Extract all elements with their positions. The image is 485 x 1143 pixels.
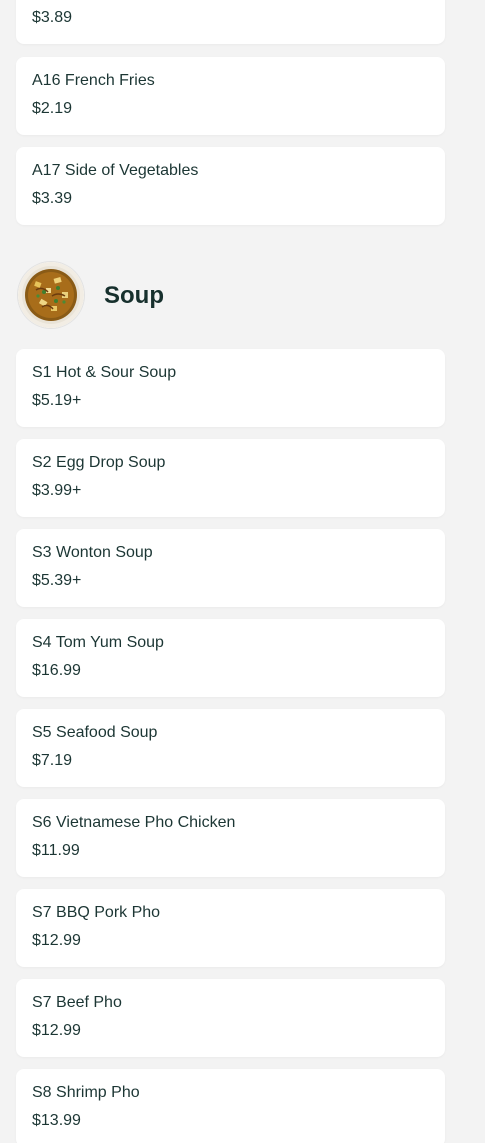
menu-item-price: $5.39+ [32,572,82,589]
menu-item-name: S7 Beef Pho [32,994,122,1011]
menu-item-card[interactable]: S3 Wonton Soup $5.39+ [16,529,445,607]
menu-item-name: S2 Egg Drop Soup [32,454,166,471]
menu-item-card[interactable]: A17 Side of Vegetables $3.39 [16,147,445,225]
section-title: Soup [104,282,164,309]
menu-item-card[interactable]: S6 Vietnamese Pho Chicken $11.99 [16,799,445,877]
menu-item-price: $12.99 [32,1022,81,1039]
menu-item-card[interactable]: S7 BBQ Pork Pho $12.99 [16,889,445,967]
menu-item-price: $12.99 [32,932,81,949]
menu-item-name: S5 Seafood Soup [32,724,158,741]
menu-item-price: $13.99 [32,1112,81,1129]
menu-item-price: $7.19 [32,752,73,769]
menu-page: $3.89 A16 French Fries $2.19 A17 Side of… [0,0,485,1143]
menu-item-card[interactable]: S7 Beef Pho $12.99 [16,979,445,1057]
menu-item-price: $3.99+ [32,482,82,499]
menu-item-name: S8 Shrimp Pho [32,1084,140,1101]
menu-item-name: A16 French Fries [32,72,155,89]
menu-item-card[interactable]: A16 French Fries $2.19 [16,57,445,135]
menu-item-card[interactable]: $3.89 [16,0,445,44]
menu-item-name: S1 Hot & Sour Soup [32,364,177,381]
menu-item-price: $3.89 [32,9,73,26]
menu-item-price: $11.99 [32,842,80,859]
menu-item-price: $2.19 [32,100,73,117]
menu-item-card[interactable]: S1 Hot & Sour Soup $5.19+ [16,349,445,427]
menu-item-price: $5.19+ [32,392,82,409]
menu-item-name: A17 Side of Vegetables [32,162,199,179]
soup-bowl-image [18,262,84,328]
menu-item-price: $16.99 [32,662,81,679]
menu-item-price: $3.39 [32,190,73,207]
section-header-soup: Soup [16,260,445,334]
menu-item-name: S6 Vietnamese Pho Chicken [32,814,236,831]
menu-item-name: S3 Wonton Soup [32,544,153,561]
menu-item-card[interactable]: S5 Seafood Soup $7.19 [16,709,445,787]
menu-item-card[interactable]: S8 Shrimp Pho $13.99 [16,1069,445,1143]
menu-item-name: S7 BBQ Pork Pho [32,904,161,921]
menu-item-name: S4 Tom Yum Soup [32,634,164,651]
menu-item-card[interactable]: S4 Tom Yum Soup $16.99 [16,619,445,697]
menu-item-card[interactable]: S2 Egg Drop Soup $3.99+ [16,439,445,517]
